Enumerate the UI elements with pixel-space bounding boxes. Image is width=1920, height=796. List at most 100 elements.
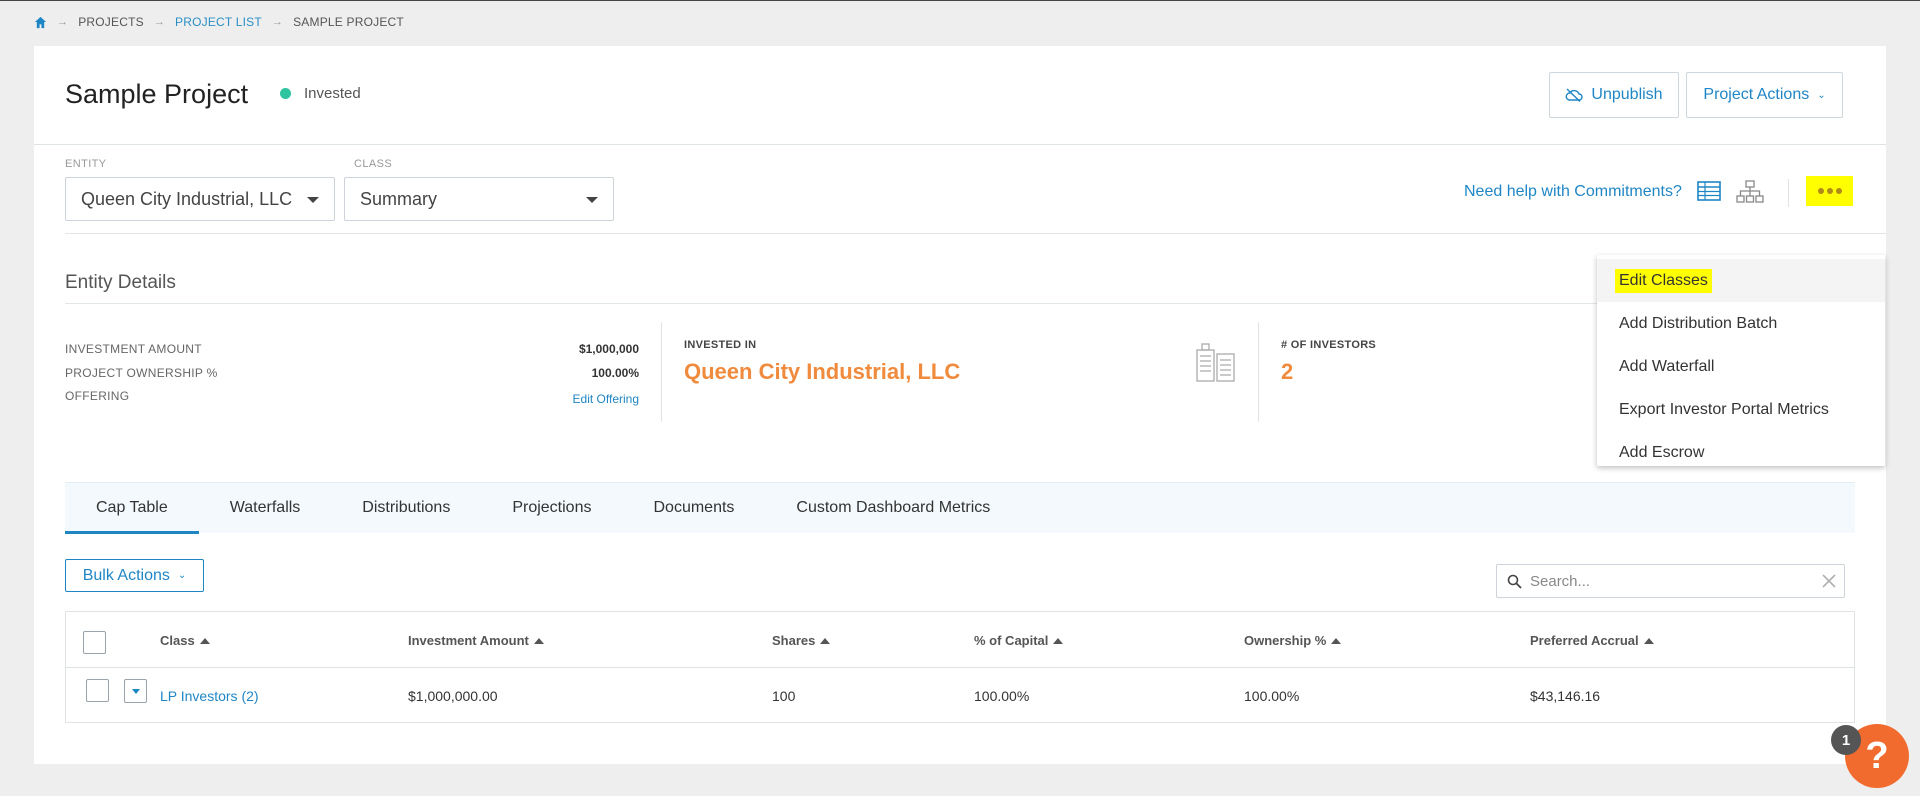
row-preferred-accrual: $43,146.16: [1530, 688, 1601, 704]
table-header: Class Investment Amount Shares % of Capi…: [66, 612, 1854, 668]
more-options-button[interactable]: [1806, 176, 1853, 206]
page-title: Sample Project: [65, 79, 249, 109]
chevron-down-icon: ⌄: [1817, 89, 1826, 101]
project-card: Sample Project Invested Unpublish Projec…: [34, 46, 1886, 764]
chevron-down-icon: ⌄: [177, 570, 187, 581]
more-options-menu: Edit Classes Add Distribution Batch Add …: [1597, 255, 1885, 466]
breadcrumb-projects[interactable]: PROJECTS: [78, 15, 144, 29]
column-header-shares[interactable]: Shares: [772, 633, 831, 648]
menu-item-label: Edit Classes: [1615, 268, 1712, 293]
menu-item-add-escrow[interactable]: Add Escrow: [1597, 431, 1885, 474]
invested-in-label: INVESTED IN: [684, 339, 757, 351]
dot-icon: [1826, 188, 1833, 194]
buildings-icon: [1196, 343, 1235, 382]
class-select[interactable]: Summary: [344, 177, 614, 221]
entity-details-rule: [65, 303, 1855, 304]
menu-item-add-distribution-batch[interactable]: Add Distribution Batch: [1597, 302, 1885, 345]
sort-asc-icon: [820, 637, 831, 644]
column-header-class[interactable]: Class: [160, 633, 210, 648]
sort-asc-icon: [199, 637, 210, 644]
row-capital: 100.00%: [974, 688, 1030, 704]
tab-distributions[interactable]: Distributions: [331, 483, 481, 534]
search-input[interactable]: [1530, 572, 1810, 590]
entity-select[interactable]: Queen City Industrial, LLC: [65, 177, 335, 221]
tab-documents[interactable]: Documents: [622, 483, 765, 534]
search-icon: [1507, 574, 1522, 589]
details-divider: [661, 322, 662, 422]
project-tabs: Cap Table Waterfalls Distributions Proje…: [65, 482, 1855, 534]
class-label: CLASS: [354, 158, 393, 170]
tab-cap-table[interactable]: Cap Table: [65, 483, 199, 534]
status-label: Invested: [304, 85, 361, 102]
details-divider: [1258, 322, 1259, 422]
search-box: [1496, 564, 1845, 598]
project-actions-label: Project Actions: [1703, 86, 1810, 103]
ownership-value: 100.00%: [591, 366, 639, 380]
bulk-actions-button[interactable]: Bulk Actions ⌄: [65, 559, 204, 592]
breadcrumb-separator-icon: →: [57, 16, 69, 28]
bulk-actions-label: Bulk Actions: [82, 566, 170, 584]
breadcrumb-separator-icon: →: [153, 16, 166, 28]
dot-icon: [1835, 188, 1842, 194]
column-header-investment-amount[interactable]: Investment Amount: [408, 633, 544, 648]
row-ownership: 100.00%: [1244, 688, 1300, 704]
selector-divider: [65, 233, 1886, 234]
home-icon[interactable]: [34, 16, 47, 29]
status-dot-icon: [280, 88, 291, 99]
sort-asc-icon: [1643, 637, 1654, 644]
unpublish-button[interactable]: Unpublish: [1549, 72, 1679, 118]
commitments-help-link[interactable]: Need help with Commitments?: [1464, 183, 1682, 201]
breadcrumb: → PROJECTS → PROJECT LIST → SAMPLE PROJE…: [34, 14, 404, 30]
sort-asc-icon: [1331, 637, 1342, 644]
question-mark-icon: ?: [1865, 734, 1889, 777]
investment-amount-label: INVESTMENT AMOUNT: [65, 342, 202, 356]
breadcrumb-separator-icon: →: [271, 16, 284, 28]
investment-amount-value: $1,000,000: [578, 342, 639, 356]
entity-label: ENTITY: [65, 158, 107, 170]
breadcrumb-sample-project: SAMPLE PROJECT: [293, 15, 404, 29]
unpublish-label: Unpublish: [1591, 86, 1663, 103]
status-badge: Invested: [280, 85, 361, 102]
ownership-label: PROJECT OWNERSHIP %: [65, 366, 218, 380]
project-actions-button[interactable]: Project Actions ⌄: [1686, 72, 1843, 118]
column-header-ownership[interactable]: Ownership %: [1244, 633, 1342, 648]
breadcrumb-project-list[interactable]: PROJECT LIST: [175, 15, 262, 29]
menu-item-add-waterfall[interactable]: Add Waterfall: [1597, 345, 1885, 388]
column-header-capital[interactable]: % of Capital: [974, 633, 1064, 648]
caret-down-icon: [586, 197, 598, 203]
entity-details-title: Entity Details: [65, 272, 176, 293]
menu-item-edit-classes[interactable]: Edit Classes: [1597, 259, 1885, 302]
row-expand-button[interactable]: [124, 679, 147, 703]
tab-custom-dashboard-metrics[interactable]: Custom Dashboard Metrics: [765, 483, 1021, 534]
dot-icon: [1817, 188, 1824, 194]
row-shares: 100: [772, 688, 796, 704]
caret-down-icon: [307, 197, 319, 203]
notification-badge: 1: [1831, 725, 1861, 755]
caret-down-icon: [131, 688, 140, 694]
org-chart-icon[interactable]: [1736, 180, 1764, 204]
top-border: [0, 0, 1920, 1]
sort-asc-icon: [533, 637, 544, 644]
row-class-link[interactable]: LP Investors (2): [160, 688, 259, 704]
investors-count-value: 2: [1281, 359, 1294, 384]
header-divider: [34, 144, 1886, 145]
tab-projections[interactable]: Projections: [481, 483, 622, 534]
investors-count-label: # OF INVESTORS: [1281, 339, 1377, 351]
offering-label: OFFERING: [65, 389, 130, 403]
menu-item-export-investor-portal-metrics[interactable]: Export Investor Portal Metrics: [1597, 388, 1885, 431]
select-all-checkbox[interactable]: [83, 631, 106, 654]
toolbar-separator: [1788, 179, 1789, 207]
row-checkbox[interactable]: [86, 679, 109, 702]
sort-asc-icon: [1053, 637, 1064, 644]
tab-waterfalls[interactable]: Waterfalls: [199, 483, 332, 534]
cloud-off-icon: [1565, 88, 1584, 102]
column-header-preferred-accrual[interactable]: Preferred Accrual: [1530, 633, 1654, 648]
cap-table: Class Investment Amount Shares % of Capi…: [65, 611, 1855, 723]
invested-in-link[interactable]: Queen City Industrial, LLC: [684, 359, 960, 385]
edit-offering-link[interactable]: Edit Offering: [573, 392, 639, 406]
class-select-value: Summary: [360, 188, 438, 209]
row-investment-amount: $1,000,000.00: [408, 688, 498, 704]
table-view-icon[interactable]: [1697, 181, 1721, 201]
close-icon[interactable]: [1820, 572, 1838, 590]
entity-select-value: Queen City Industrial, LLC: [81, 188, 293, 209]
